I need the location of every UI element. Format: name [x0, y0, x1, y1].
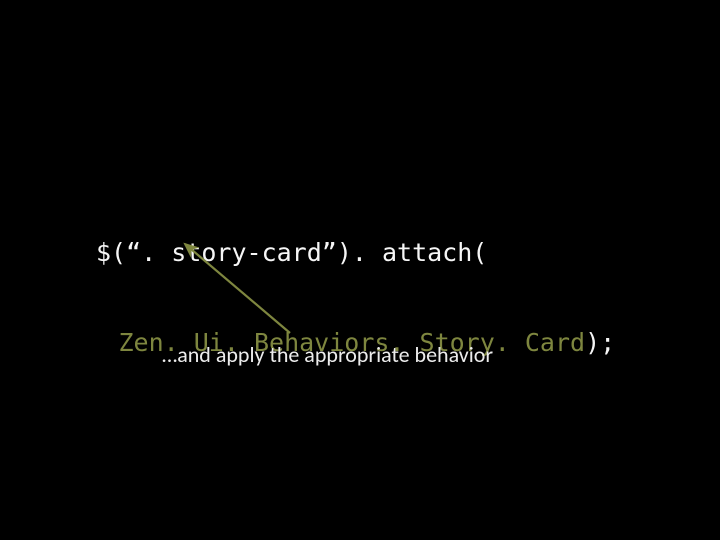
slide: $(“. story-card”). attach( Zen. Ui. Beha…: [0, 0, 720, 540]
code-line-1: $(“. story-card”). attach(: [96, 238, 615, 268]
code-block: $(“. story-card”). attach( Zen. Ui. Beha…: [96, 178, 615, 418]
code-tail: );: [585, 328, 615, 357]
caption-text: …and apply the appropriate behavior: [162, 342, 493, 368]
